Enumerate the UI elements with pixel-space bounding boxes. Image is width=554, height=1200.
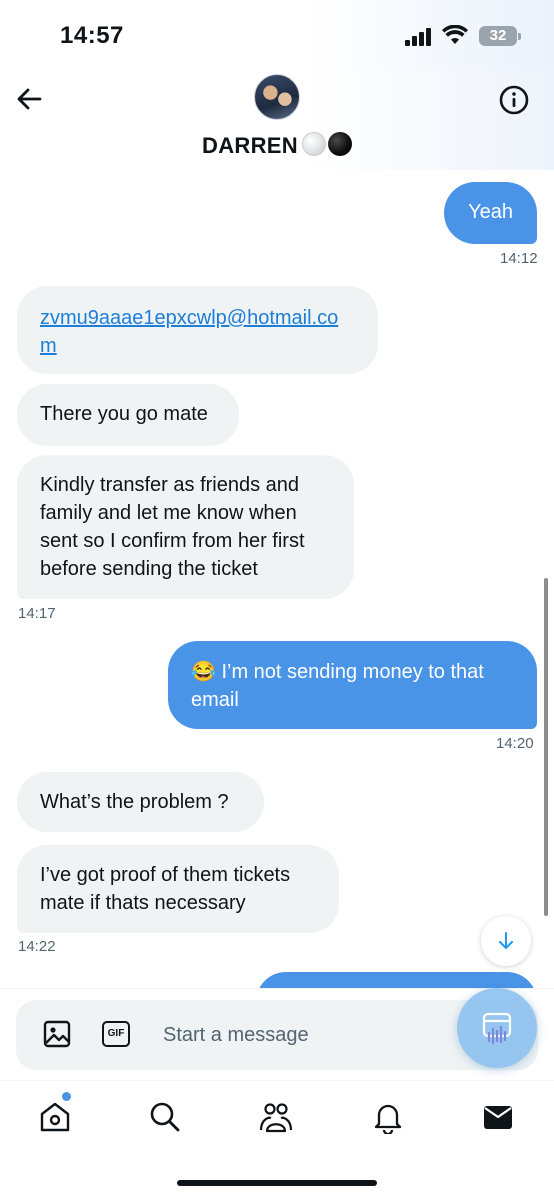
contact-name[interactable]: DARREN [0,132,554,162]
dm-conversation-screen: 14:57 32 DARREN Yeah 14:12 zvmu9aaae1epx… [0,0,554,1200]
message-timestamp: 14:22 [18,938,56,955]
notifications-icon[interactable] [371,1100,405,1134]
search-icon[interactable] [148,1100,182,1134]
scrollbar[interactable] [544,578,548,916]
message-line: before sending the ticket [40,558,258,580]
contact-avatar[interactable] [254,74,300,120]
voice-compose-icon [482,1012,512,1045]
tears-of-joy-emoji: 😂 [191,661,216,683]
message-text: What’s the problem ? [40,791,229,813]
home-indicator[interactable] [177,1180,377,1186]
battery-icon: 32 [479,26,521,46]
message-line: I’ve got proof of them tickets [40,864,291,886]
message-timestamp: 14:12 [500,250,538,267]
arrow-down-icon [499,932,513,949]
name-emoji [300,132,352,162]
message-input[interactable] [163,1021,423,1049]
image-icon[interactable] [42,1019,72,1049]
message-bubble-incoming[interactable]: I’ve got proof of them tickets mate if t… [17,845,339,933]
status-time: 14:57 [60,22,124,49]
status-bar: 14:57 32 [0,0,554,70]
message-text: There you go mate [40,403,208,425]
grok-compose-button[interactable] [457,988,537,1068]
contact-name-text: DARREN [202,133,298,158]
scroll-to-bottom-button[interactable] [481,916,531,966]
gif-icon[interactable]: GIF [102,1021,130,1047]
email-link-line2: m [40,335,57,357]
conversation-header: DARREN [0,70,554,170]
message-bubble-incoming[interactable]: What’s the problem ? [17,772,264,832]
message-bubble-outgoing[interactable]: 😂 I’m not sending money to that email [168,641,537,729]
message-line: family and let me know when [40,502,297,524]
home-notification-dot [62,1092,71,1101]
wifi-icon [442,25,468,44]
message-text: Yeah [468,201,513,223]
message-timestamp: 14:20 [496,735,534,752]
message-line-with-emoji: 😂 I’m not sending money to that [191,658,514,686]
message-line: I’m not sending money to that [221,661,484,683]
message-line: email [191,689,239,711]
message-bubble-incoming[interactable]: zvmu9aaae1epxcwlp@hotmail.co m [17,286,378,374]
message-line: mate if thats necessary [40,892,246,914]
cellular-signal-icon [405,28,433,46]
message-bubble-outgoing[interactable]: Yeah [444,182,537,244]
back-arrow-icon[interactable] [14,84,44,114]
white-circle-emoji [301,132,326,156]
email-link[interactable]: zvmu9aaae1epxcwlp@hotmail.co m [40,304,355,360]
black-circle-emoji [327,132,352,156]
messages-icon[interactable] [481,1100,515,1134]
email-link-line1: zvmu9aaae1epxcwlp@hotmail.co [40,307,339,329]
message-bubble-incoming[interactable]: Kindly transfer as friends and family an… [17,455,354,599]
message-timestamp: 14:17 [18,605,56,622]
message-line: Kindly transfer as friends and [40,474,300,496]
communities-icon[interactable] [259,1100,293,1134]
message-bubble-incoming[interactable]: There you go mate [17,384,239,446]
info-icon[interactable] [498,84,530,116]
message-line: sent so I confirm from her first [40,530,305,552]
home-icon[interactable] [38,1100,72,1134]
